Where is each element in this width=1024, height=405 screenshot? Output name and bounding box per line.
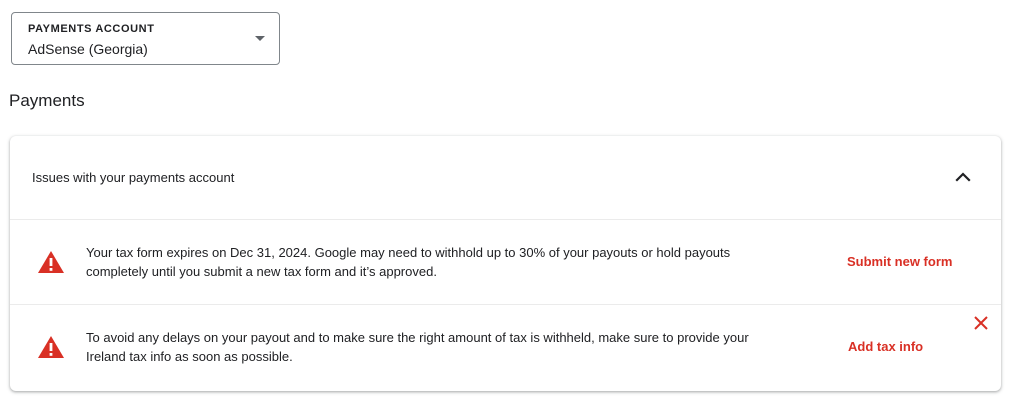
close-icon[interactable] <box>973 315 989 331</box>
page-title: Payments <box>9 91 85 110</box>
issues-card: Issues with your payments account Your t… <box>10 136 1001 391</box>
chevron-up-icon[interactable] <box>955 169 971 185</box>
warning-icon <box>38 251 64 273</box>
issue-row: To avoid any delays on your payout and t… <box>10 305 1001 390</box>
payments-account-value: AdSense (Georgia) <box>28 41 148 57</box>
add-tax-info-link[interactable]: Add tax info <box>848 339 923 354</box>
issues-card-header[interactable]: Issues with your payments account <box>10 136 1001 220</box>
warning-icon <box>38 336 64 358</box>
submit-new-form-link[interactable]: Submit new form <box>847 254 952 269</box>
dropdown-arrow-icon <box>255 36 265 41</box>
payments-account-select[interactable]: PAYMENTS ACCOUNT AdSense (Georgia) <box>11 12 280 65</box>
issues-card-title: Issues with your payments account <box>32 170 235 185</box>
issue-row: Your tax form expires on Dec 31, 2024. G… <box>10 220 1001 305</box>
issue-message: To avoid any delays on your payout and t… <box>86 330 749 364</box>
payments-account-label: PAYMENTS ACCOUNT <box>28 23 155 35</box>
issue-message: Your tax form expires on Dec 31, 2024. G… <box>86 245 731 279</box>
